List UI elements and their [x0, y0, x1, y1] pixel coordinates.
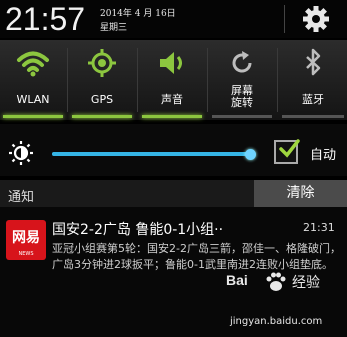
brightness-row: 自动 — [0, 124, 347, 176]
brightness-slider-fill — [52, 152, 250, 156]
brightness-slider-thumb[interactable] — [245, 149, 256, 160]
date-text: 2014年 4 月 16日 — [100, 9, 176, 19]
auto-brightness-checkbox[interactable] — [274, 139, 300, 164]
status-header: 21:57 2014年 4 月 16日 星期三 — [0, 0, 347, 38]
checkmark-icon — [279, 139, 300, 158]
toggle-label: 声音 — [161, 93, 183, 106]
rotate-icon — [232, 51, 252, 73]
notification-title: 国安2-2广岛 鲁能0-1小组·· — [52, 222, 224, 238]
quick-settings-panel: WLAN GPS 声音 屏幕 旋转 蓝牙 — [0, 40, 347, 120]
gear-icon[interactable] — [301, 4, 331, 34]
notification-body: 亚冠小组赛第5轮：国安2-2广岛三箭，邵佳一、格隆破门，广岛3分钟进2球扳平；鲁… — [52, 242, 341, 271]
toggle-indicator — [282, 115, 344, 118]
toggle-indicator — [72, 115, 132, 118]
toggle-label: GPS — [90, 93, 114, 106]
toggle-bluetooth[interactable]: 蓝牙 — [279, 40, 347, 120]
toggle-label: WLAN — [16, 93, 50, 106]
clear-button[interactable]: 清除 — [254, 180, 347, 207]
notification-time: 21:31 — [303, 221, 335, 234]
divider — [277, 48, 278, 112]
toggle-indicator — [3, 115, 63, 118]
toggle-wlan[interactable]: WLAN — [0, 40, 66, 120]
notifications-title: 通知 — [8, 190, 35, 205]
wifi-icon — [17, 51, 49, 77]
toggle-indicator — [142, 115, 202, 118]
divider — [137, 48, 138, 112]
divider — [207, 48, 208, 112]
toggle-sound[interactable]: 声音 — [139, 40, 205, 120]
brightness-slider[interactable] — [52, 152, 252, 156]
notifications-header: 通知 清除 — [0, 180, 347, 207]
auto-brightness-label: 自动 — [310, 148, 337, 163]
notification-item[interactable]: 网易 NEWS 国安2-2广岛 鲁能0-1小组·· 21:31 亚冠小组赛第5轮… — [0, 207, 347, 337]
header-divider — [284, 5, 285, 33]
divider — [67, 48, 68, 112]
bluetooth-icon — [306, 48, 321, 76]
app-icon-subtext: NEWS — [18, 251, 34, 257]
toggle-rotate[interactable]: 屏幕 旋转 — [209, 40, 275, 120]
toggle-label: 屏幕 旋转 — [231, 84, 253, 109]
sound-icon — [160, 52, 182, 74]
brightness-icon — [9, 141, 33, 165]
toggle-gps[interactable]: GPS — [69, 40, 135, 120]
toggle-indicator — [212, 115, 272, 118]
gps-icon — [88, 49, 116, 77]
clock-time: 21:57 — [5, 1, 86, 37]
app-icon-text: 网易 — [12, 230, 40, 246]
weekday-text: 星期三 — [100, 23, 128, 33]
toggle-label: 蓝牙 — [302, 93, 324, 106]
netease-app-icon: 网易 NEWS — [6, 220, 46, 260]
